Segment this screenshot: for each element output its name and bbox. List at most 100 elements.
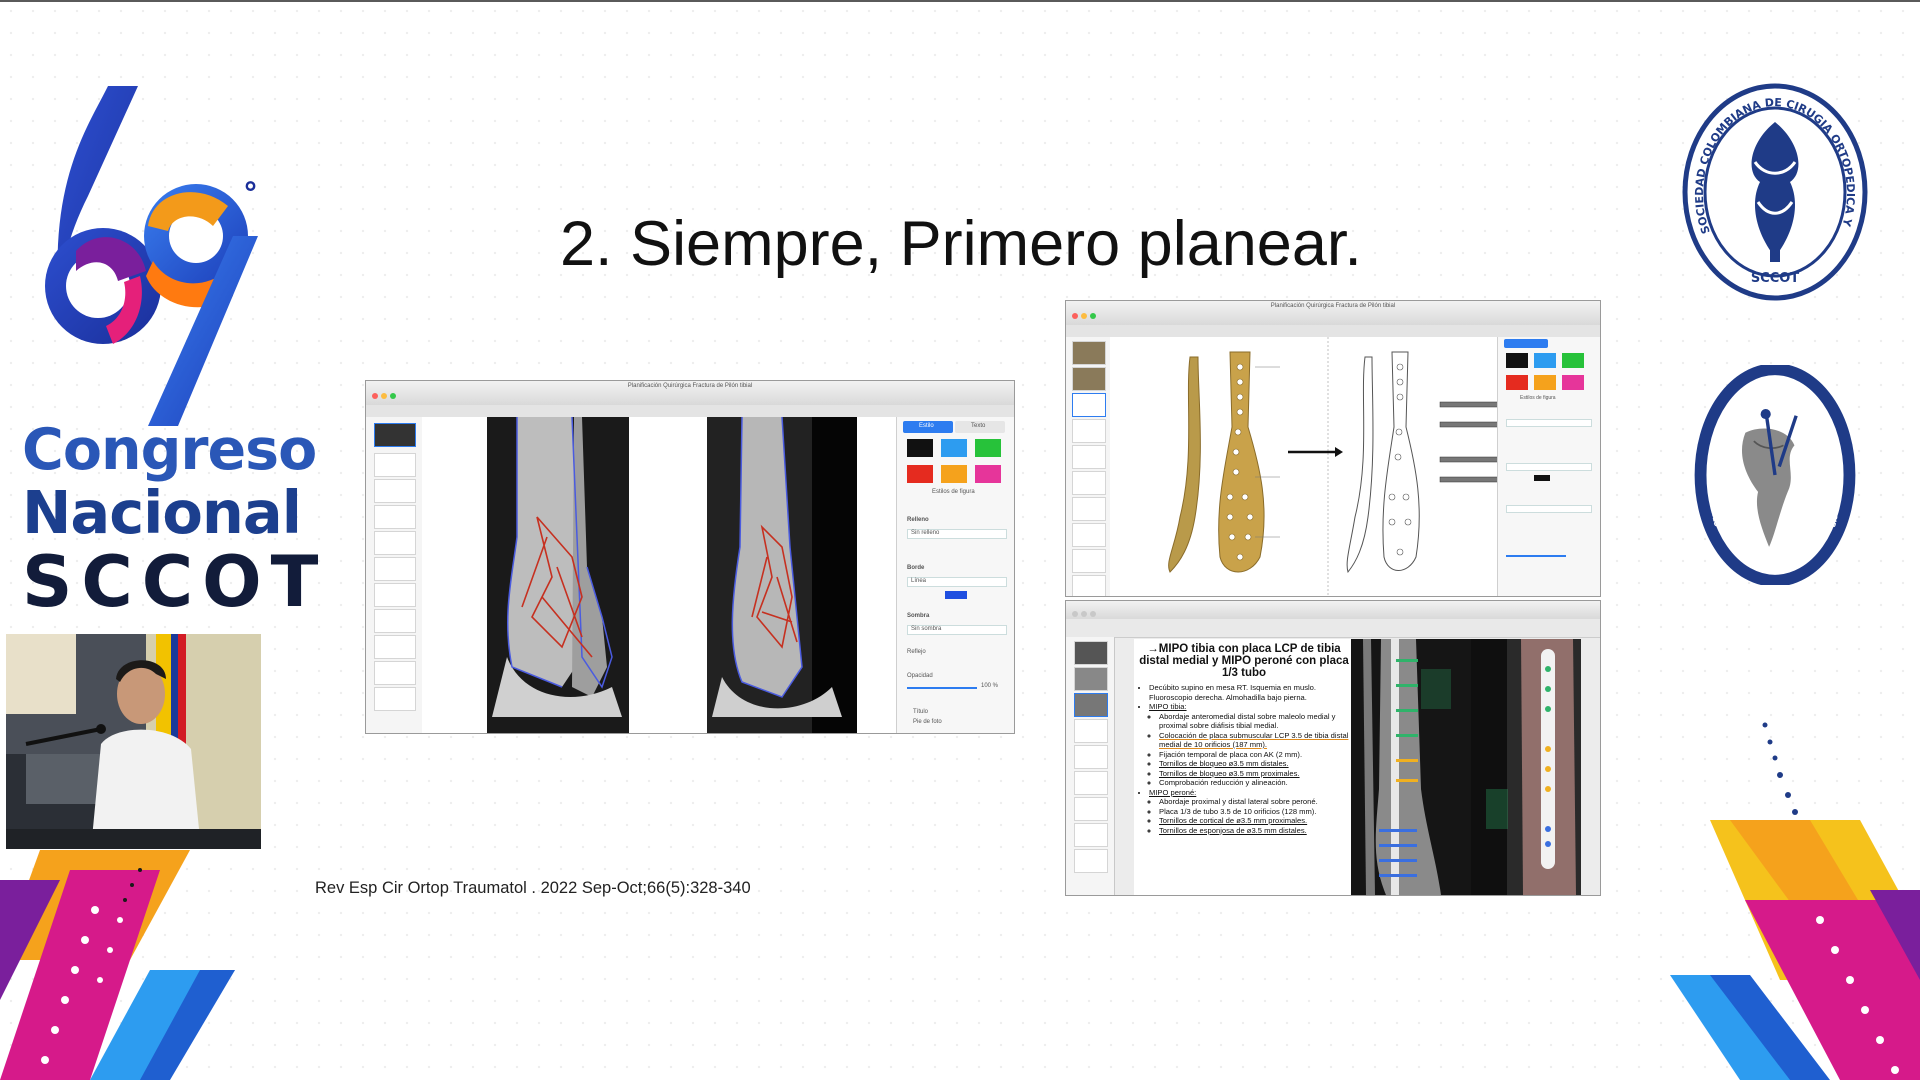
- document-tab-bar: [1066, 619, 1600, 638]
- section-sombra: Sombra: [907, 613, 930, 619]
- styles-caption: Estilos de figura: [1520, 395, 1556, 401]
- mipo-perone-item: Tornillos de cortical de ø3.5 mm proxima…: [1159, 816, 1350, 826]
- style-swatch[interactable]: [907, 465, 933, 483]
- window-toolbar: [1066, 601, 1600, 620]
- slide-thumbnail[interactable]: [374, 479, 416, 503]
- slide-thumbnail-active[interactable]: [1072, 393, 1106, 417]
- style-swatch[interactable]: [1562, 375, 1584, 390]
- slide-thumbnail[interactable]: [1074, 719, 1108, 743]
- slide-thumbnail[interactable]: [374, 531, 416, 555]
- slide-thumbnail[interactable]: [374, 583, 416, 607]
- format-inspector-panel: Estilos de figura: [1497, 337, 1600, 596]
- mipo-tibia-item: Tornillos de bloqueo ø3.5 mm distales.: [1159, 759, 1350, 769]
- congress-name: Congreso Nacional SCCOT: [22, 417, 318, 618]
- clemi-badge-label: CLEMI: [1758, 560, 1793, 571]
- speaker-image: [6, 634, 261, 849]
- window-title: Planificación Quirúrgica Fractura de Pil…: [627, 383, 753, 389]
- style-swatch[interactable]: [1506, 375, 1528, 390]
- slide-thumbnail[interactable]: [374, 557, 416, 581]
- slide-thumbnail[interactable]: [1072, 419, 1106, 443]
- screenshot-mipo-plan: →MIPO tibia con placa LCP de tibia dista…: [1065, 600, 1601, 896]
- section-opacidad: Opacidad: [907, 673, 933, 679]
- slide-thumbnail[interactable]: [1074, 771, 1108, 795]
- style-swatch[interactable]: [1534, 375, 1556, 390]
- slide-thumbnail[interactable]: [1074, 641, 1108, 665]
- slide-thumbnail[interactable]: [374, 635, 416, 659]
- shadow-select[interactable]: Sin sombra: [907, 625, 1007, 635]
- opacity-slider[interactable]: [907, 687, 977, 689]
- style-swatch[interactable]: [975, 439, 1001, 457]
- style-swatch[interactable]: [1534, 353, 1556, 368]
- slide-thumbnail[interactable]: [1072, 549, 1106, 573]
- tab-estilo[interactable]: Estilo: [903, 421, 953, 433]
- section-relleno: Relleno: [907, 517, 929, 523]
- border-select[interactable]: [1506, 463, 1592, 471]
- border-color-well[interactable]: [945, 591, 967, 599]
- border-select[interactable]: Línea: [907, 577, 1007, 587]
- brand-line-nacional: Nacional: [22, 478, 302, 547]
- fill-select[interactable]: [1506, 419, 1592, 427]
- postop-xray-images: [1351, 639, 1581, 895]
- slide-thumbnail[interactable]: [374, 505, 416, 529]
- border-color-well[interactable]: [1534, 475, 1550, 481]
- section-reflejo: Reflejo: [907, 649, 926, 655]
- mipo-tibia-item: Abordaje anteromedial distal sobre maleo…: [1159, 712, 1350, 731]
- slide-thumbnail-active[interactable]: [1074, 693, 1108, 717]
- mipo-tibia-item: Tornillos de bloqueo ø3.5 mm proximales.: [1159, 769, 1350, 779]
- decorative-stripes-left: [0, 850, 235, 1080]
- slide-thumbnail[interactable]: [1072, 341, 1106, 365]
- slide-citation: Rev Esp Cir Ortop Traumatol . 2022 Sep-O…: [315, 879, 751, 897]
- slide-thumbnail[interactable]: [374, 687, 416, 711]
- opacity-value: 100 %: [981, 683, 999, 689]
- slide-thumbnail[interactable]: [1074, 797, 1108, 821]
- title-checkbox-label[interactable]: Título: [913, 709, 928, 715]
- tab-texto[interactable]: Texto: [955, 421, 1005, 433]
- mipo-perone-item: Tornillos de esponjosa de ø3.5 mm distal…: [1159, 826, 1350, 836]
- slide-thumbnail[interactable]: [1074, 823, 1108, 847]
- tab-estilo[interactable]: [1504, 339, 1548, 348]
- slide-navigator: [1066, 337, 1111, 596]
- slide-thumbnail[interactable]: [1072, 523, 1106, 547]
- brand-line-congreso: Congreso: [22, 417, 317, 483]
- screenshot-xray-planning: Planificación Quirúrgica Fractura de Pil…: [365, 380, 1015, 734]
- window-title: Planificación Quirúrgica Fractura de Pil…: [1270, 303, 1396, 309]
- shadow-select[interactable]: [1506, 505, 1592, 513]
- slide-thumbnail[interactable]: [374, 453, 416, 477]
- mipo-tibia-label: MIPO tibia: Abordaje anteromedial distal…: [1149, 702, 1350, 788]
- slide-thumbnail[interactable]: [1074, 849, 1108, 873]
- style-swatch[interactable]: [907, 439, 933, 457]
- slide-thumbnail[interactable]: [1072, 367, 1106, 391]
- mipo-tibia-item: Comprobación reducción y alineación.: [1159, 778, 1350, 788]
- screenshot-plate-planning: Planificación Quirúrgica Fractura de Pil…: [1065, 300, 1601, 597]
- slide-thumbnail-active[interactable]: [374, 423, 416, 447]
- style-swatch[interactable]: [1506, 353, 1528, 368]
- decorative-stripes-right: [1670, 722, 1920, 1080]
- slide-thumbnail[interactable]: [1072, 497, 1106, 521]
- slide-thumbnail[interactable]: [374, 609, 416, 633]
- caption-checkbox-label[interactable]: Pie de foto: [913, 719, 942, 725]
- slide-thumbnail[interactable]: [1074, 745, 1108, 769]
- section-borde: Borde: [907, 565, 925, 571]
- window-toolbar: Planificación Quirúrgica Fractura de Pil…: [1066, 301, 1600, 326]
- speaker-video-feed: [6, 634, 261, 849]
- slide-title: 2. Siempre, Primero planear.: [560, 209, 1362, 279]
- style-swatch[interactable]: [975, 465, 1001, 483]
- slide-thumbnail[interactable]: [374, 661, 416, 685]
- slide-thumbnail[interactable]: [1072, 471, 1106, 495]
- slide-navigator: [366, 417, 423, 733]
- style-swatch[interactable]: [941, 439, 967, 457]
- fill-select[interactable]: Sin relleno: [907, 529, 1007, 539]
- mipo-heading: →MIPO tibia con placa LCP de tibia dista…: [1139, 643, 1349, 679]
- slide-thumbnail[interactable]: [1072, 575, 1106, 596]
- xray-slide-canvas: [422, 417, 897, 733]
- mipo-perone-item: Abordaje proximal y distal lateral sobre…: [1159, 797, 1350, 807]
- slide-thumbnail[interactable]: [1072, 445, 1106, 469]
- mipo-text-block: →MIPO tibia con placa LCP de tibia dista…: [1138, 643, 1350, 835]
- style-swatch[interactable]: [941, 465, 967, 483]
- sccot-badge-label: SCCOT: [1751, 271, 1799, 286]
- style-swatch[interactable]: [1562, 353, 1584, 368]
- mipo-perone-item: Placa 1/3 de tubo 3.5 de 10 orificios (1…: [1159, 807, 1350, 817]
- slide-thumbnail[interactable]: [1074, 667, 1108, 691]
- mipo-bullet: Decúbito supino en mesa RT. Isquemia en …: [1149, 683, 1350, 702]
- opacity-slider[interactable]: [1506, 555, 1566, 557]
